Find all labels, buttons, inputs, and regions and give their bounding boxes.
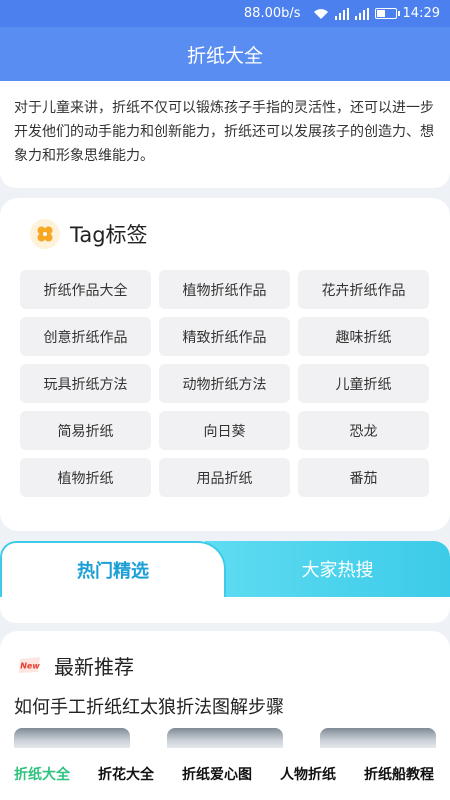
intro-text: 对于儿童来讲，折纸不仅可以锻炼孩子手指的灵活性，还可以进一步开发他们的动手能力和… — [14, 100, 434, 164]
tag-chip[interactable]: 恐龙 — [298, 411, 429, 450]
article-thumbnail[interactable] — [320, 728, 436, 748]
tag-chip[interactable]: 向日葵 — [159, 411, 290, 450]
article-thumbnail[interactable] — [14, 728, 130, 748]
new-badge-text: New — [20, 662, 40, 671]
article-title[interactable]: 如何手工折纸红太狼折法图解步骤 — [14, 693, 284, 719]
tag-chip[interactable]: 植物折纸 — [20, 458, 151, 497]
tag-chip[interactable]: 花卉折纸作品 — [298, 270, 429, 309]
tag-section-title: Tag标签 — [70, 223, 148, 247]
network-speed: 88.00b/s — [243, 6, 301, 21]
nav-item-flower-folding[interactable]: 折花大全 — [84, 764, 168, 784]
tab-hot-picks[interactable]: 热门精选 — [0, 541, 226, 597]
bottom-nav: 折纸大全 折花大全 折纸爱心图 人物折纸 折纸船教程 — [0, 748, 450, 800]
signal-icon-2 — [354, 7, 369, 20]
battery-icon — [374, 8, 400, 19]
wifi-icon — [313, 8, 329, 20]
recommend-title: 最新推荐 — [54, 654, 134, 679]
recommend-header: New 最新推荐 — [18, 651, 134, 679]
tag-grid: 折纸作品大全 植物折纸作品 花卉折纸作品 创意折纸作品 精致折纸作品 趣味折纸 … — [20, 270, 432, 497]
page-title: 折纸大全 — [186, 44, 263, 67]
tag-chip[interactable]: 植物折纸作品 — [159, 270, 290, 309]
tag-chip[interactable]: 用品折纸 — [159, 458, 290, 497]
article-thumbnails — [14, 728, 444, 748]
tag-card: Tag标签 折纸作品大全 植物折纸作品 花卉折纸作品 创意折纸作品 精致折纸作品… — [0, 198, 450, 531]
tag-chip[interactable]: 精致折纸作品 — [159, 317, 290, 356]
tag-chip[interactable]: 玩具折纸方法 — [20, 364, 151, 403]
tag-chip[interactable]: 番茄 — [298, 458, 429, 497]
nav-item-heart-folding[interactable]: 折纸爱心图 — [168, 764, 266, 784]
tag-chip[interactable]: 趣味折纸 — [298, 317, 429, 356]
tag-chip[interactable]: 简易折纸 — [20, 411, 151, 450]
tag-header: Tag标签 — [30, 218, 148, 250]
tag-chip[interactable]: 创意折纸作品 — [20, 317, 151, 356]
tag-chip[interactable]: 折纸作品大全 — [20, 270, 151, 309]
new-badge-icon: New — [18, 656, 42, 674]
nav-item-figure-folding[interactable]: 人物折纸 — [266, 764, 350, 784]
tag-chip[interactable]: 儿童折纸 — [298, 364, 429, 403]
signal-icon — [334, 7, 349, 20]
app-bar: 折纸大全 — [0, 27, 450, 81]
nav-item-boat-tutorial[interactable]: 折纸船教程 — [350, 764, 448, 784]
tab-trending-search-label: 大家热搜 — [301, 560, 374, 581]
nav-item-origami-all[interactable]: 折纸大全 — [0, 764, 84, 784]
intro-card: 对于儿童来讲，折纸不仅可以锻炼孩子手指的灵活性，还可以进一步开发他们的动手能力和… — [0, 81, 450, 188]
clock: 14:29 — [402, 6, 440, 21]
article-thumbnail[interactable] — [167, 728, 283, 748]
tab-hot-picks-label: 热门精选 — [77, 561, 149, 582]
flower-icon — [30, 219, 60, 249]
segment-tabs: 大家热搜 热门精选 — [0, 541, 450, 623]
tag-chip[interactable]: 动物折纸方法 — [159, 364, 290, 403]
status-bar: 88.00b/s 14:29 — [0, 0, 450, 27]
tab-trending-search[interactable]: 大家热搜 — [205, 541, 450, 597]
